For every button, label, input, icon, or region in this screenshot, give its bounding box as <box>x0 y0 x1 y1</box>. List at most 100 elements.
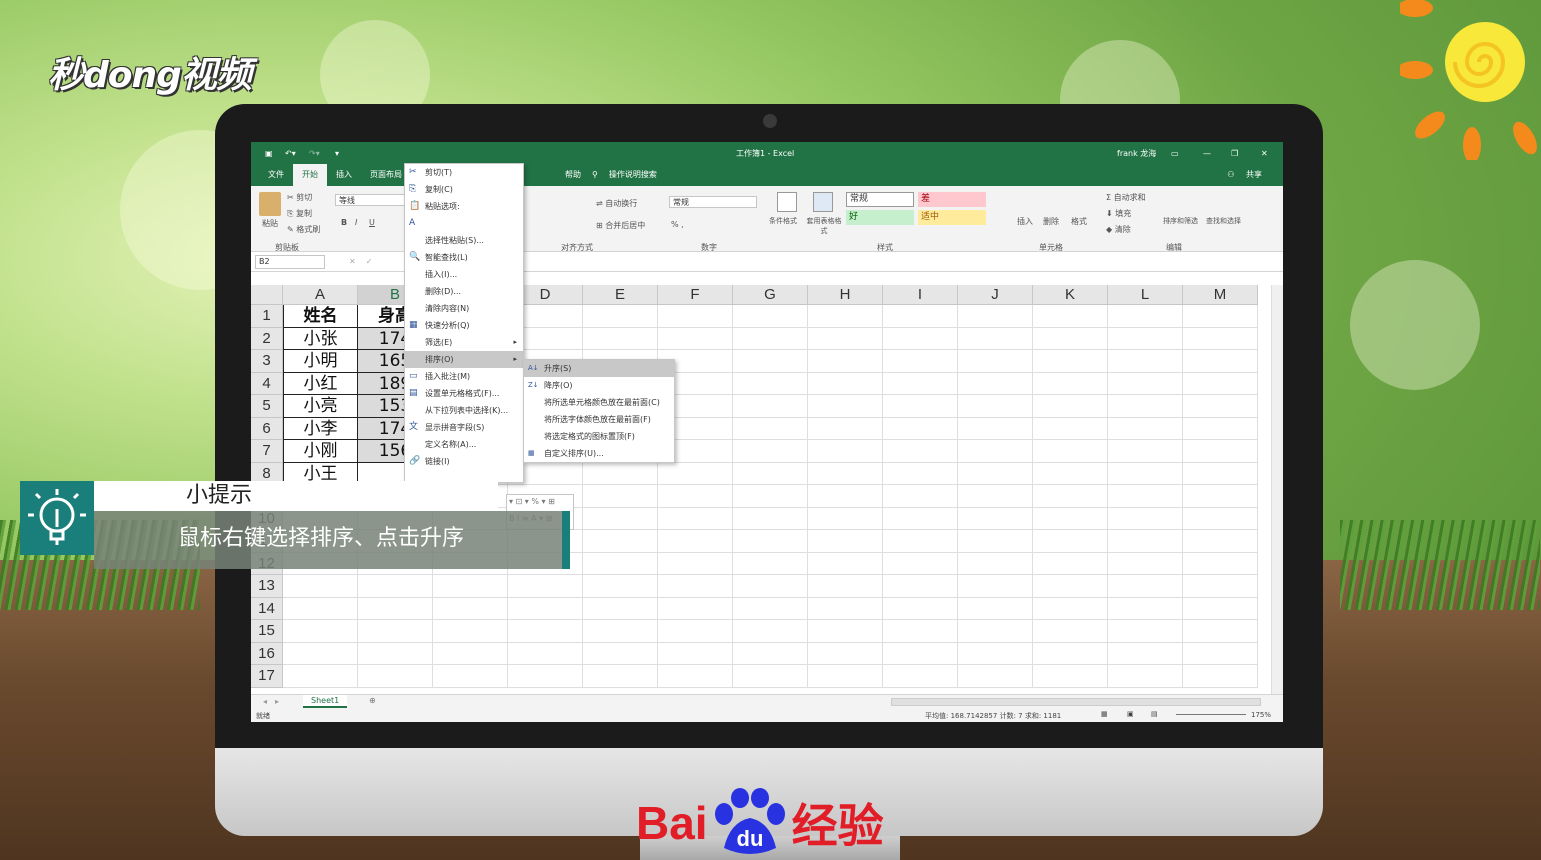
table-cell[interactable] <box>583 665 658 688</box>
table-cell[interactable] <box>1033 417 1108 440</box>
row-header[interactable]: 5 <box>251 395 283 418</box>
table-cell[interactable] <box>1108 440 1183 463</box>
insert-cells-button[interactable]: 插入 <box>1017 216 1033 227</box>
table-cell[interactable] <box>1108 507 1183 530</box>
context-menu-item[interactable]: 定义名称(A)... <box>405 436 523 453</box>
table-cell[interactable] <box>1108 575 1183 598</box>
table-cell[interactable] <box>733 327 808 350</box>
row-header[interactable]: 14 <box>251 597 283 620</box>
conditional-format-button[interactable]: 条件格式 <box>769 216 797 226</box>
style-good[interactable]: 好 <box>846 210 914 225</box>
table-cell[interactable] <box>1183 665 1258 688</box>
paste-button[interactable]: 粘贴 <box>262 218 278 229</box>
table-cell[interactable] <box>1183 305 1258 328</box>
table-cell[interactable] <box>958 327 1033 350</box>
table-cell[interactable] <box>1108 372 1183 395</box>
table-cell[interactable] <box>583 327 658 350</box>
table-cell[interactable] <box>1183 417 1258 440</box>
table-cell[interactable] <box>1033 462 1108 485</box>
table-cell[interactable] <box>958 305 1033 328</box>
table-cell[interactable] <box>658 485 733 508</box>
table-cell[interactable] <box>358 575 433 598</box>
table-cell[interactable] <box>883 417 958 440</box>
row-header[interactable]: 13 <box>251 575 283 598</box>
redo-icon[interactable]: ↷▾ <box>309 149 320 158</box>
table-cell[interactable] <box>1183 327 1258 350</box>
merge-center-button[interactable]: ⊞ 合并后居中 <box>596 220 645 231</box>
table-cell[interactable] <box>883 507 958 530</box>
table-cell[interactable] <box>883 530 958 553</box>
table-cell[interactable] <box>658 327 733 350</box>
table-cell[interactable] <box>658 597 733 620</box>
table-cell[interactable] <box>883 642 958 665</box>
table-cell[interactable] <box>583 485 658 508</box>
table-cell[interactable] <box>1033 530 1108 553</box>
table-cell[interactable] <box>1183 575 1258 598</box>
table-cell[interactable] <box>733 642 808 665</box>
table-cell[interactable] <box>958 485 1033 508</box>
row-header[interactable]: 3 <box>251 350 283 373</box>
table-cell[interactable] <box>958 395 1033 418</box>
cell-name[interactable]: 小李 <box>283 417 358 440</box>
table-cell[interactable] <box>808 462 883 485</box>
table-cell[interactable] <box>1183 350 1258 373</box>
table-cell[interactable] <box>1108 305 1183 328</box>
table-cell[interactable] <box>283 620 358 643</box>
user-name[interactable]: frank 龙海 <box>1117 148 1156 159</box>
context-menu-item[interactable]: ▦ 快速分析(Q) <box>405 317 523 334</box>
table-cell[interactable] <box>808 372 883 395</box>
cell-name[interactable]: 小红 <box>283 372 358 395</box>
sort-submenu-item[interactable]: ▦ 自定义排序(U)... <box>524 445 674 462</box>
zoom-level[interactable]: 175% <box>1251 711 1271 719</box>
context-menu-item[interactable]: 🔍 智能查找(L) <box>405 249 523 266</box>
table-cell[interactable] <box>883 395 958 418</box>
tab-insert[interactable]: 插入 <box>327 164 361 186</box>
table-cell[interactable] <box>1033 620 1108 643</box>
table-cell[interactable] <box>1183 620 1258 643</box>
table-cell[interactable] <box>733 620 808 643</box>
tab-home[interactable]: 开始 <box>293 164 327 186</box>
table-cell[interactable] <box>1033 305 1108 328</box>
row-header[interactable]: 6 <box>251 417 283 440</box>
table-cell[interactable] <box>1033 597 1108 620</box>
table-cell[interactable] <box>508 665 583 688</box>
table-cell[interactable] <box>1033 665 1108 688</box>
format-cells-button[interactable]: 格式 <box>1071 216 1087 227</box>
table-cell[interactable] <box>958 530 1033 553</box>
fill-button[interactable]: ⬇ 填充 <box>1106 208 1131 219</box>
table-cell[interactable] <box>958 417 1033 440</box>
table-cell[interactable] <box>1108 462 1183 485</box>
confirm-formula-icon[interactable]: ✓ <box>366 257 373 266</box>
table-cell[interactable] <box>958 665 1033 688</box>
table-cell[interactable] <box>808 350 883 373</box>
table-cell[interactable] <box>808 305 883 328</box>
table-cell[interactable] <box>733 417 808 440</box>
table-cell[interactable] <box>733 485 808 508</box>
sort-submenu-item[interactable]: 将所选单元格颜色放在最前面(C) <box>524 394 674 411</box>
context-menu-item[interactable]: 文显示拼音字段(S) <box>405 419 523 436</box>
table-cell[interactable] <box>733 530 808 553</box>
table-cell[interactable] <box>883 305 958 328</box>
context-menu-item[interactable]: 插入(I)... <box>405 266 523 283</box>
table-cell[interactable] <box>1033 485 1108 508</box>
cancel-formula-icon[interactable]: ✕ <box>349 257 356 266</box>
wrap-text-button[interactable]: ⇌ 自动换行 <box>596 198 637 209</box>
table-cell[interactable] <box>1033 327 1108 350</box>
sort-submenu-item[interactable]: A↓ 升序(S) <box>524 360 674 377</box>
table-cell[interactable] <box>358 620 433 643</box>
clear-button[interactable]: ◆ 清除 <box>1106 224 1131 235</box>
table-cell[interactable] <box>883 665 958 688</box>
table-cell[interactable] <box>1033 372 1108 395</box>
table-cell[interactable] <box>1108 327 1183 350</box>
table-cell[interactable] <box>883 552 958 575</box>
table-cell[interactable] <box>958 372 1033 395</box>
delete-cells-button[interactable]: 删除 <box>1043 216 1059 227</box>
paste-icon[interactable] <box>259 192 281 216</box>
table-cell[interactable] <box>358 642 433 665</box>
sheet-nav-prev-icon[interactable]: ◂ <box>263 697 267 706</box>
new-sheet-icon[interactable]: ⊕ <box>369 696 376 705</box>
table-cell[interactable] <box>583 642 658 665</box>
table-cell[interactable] <box>883 372 958 395</box>
table-cell[interactable] <box>808 417 883 440</box>
table-cell[interactable] <box>583 530 658 553</box>
